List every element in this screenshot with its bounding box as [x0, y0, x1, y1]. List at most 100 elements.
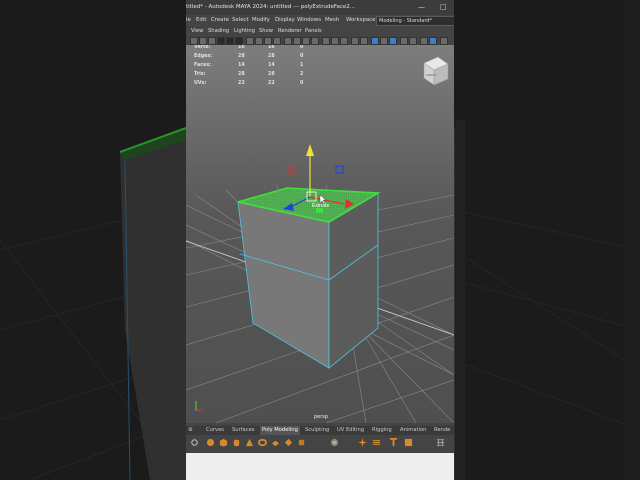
workspace-label: Workspace:: [346, 17, 378, 23]
color-management-icon[interactable]: [420, 37, 428, 45]
panel-toolbar: [186, 36, 454, 45]
hud-value: 22: [268, 81, 275, 86]
shelf-options-icon[interactable]: [190, 438, 199, 447]
manip-z-scale-box[interactable]: [335, 165, 344, 174]
hud-value: 16: [238, 45, 245, 50]
cube-side-face[interactable]: [328, 192, 379, 369]
svg-tool-icon[interactable]: [404, 438, 413, 447]
minimize-icon[interactable]: —: [418, 0, 425, 15]
axis-indicator: [193, 401, 204, 416]
multi-cut-icon[interactable]: [358, 438, 367, 447]
shelf-tab-sculpting[interactable]: Sculpting: [305, 426, 329, 435]
panel-menu-renderer[interactable]: Renderer: [278, 27, 302, 36]
xray-joints-icon[interactable]: [389, 37, 397, 45]
workspace-dropdown[interactable]: Modeling - Standard*: [376, 16, 454, 26]
poly-cube-icon[interactable]: [219, 438, 228, 447]
safe-action-icon[interactable]: [273, 37, 281, 45]
shelf-icons: [186, 435, 454, 453]
view-cube-label: FRONT: [426, 73, 436, 77]
menu-create[interactable]: Create: [211, 15, 229, 25]
panel-menu-lighting[interactable]: Lighting: [234, 27, 255, 36]
wireframe-on-shaded-icon[interactable]: [311, 37, 319, 45]
maximize-icon[interactable]: □: [440, 0, 447, 15]
camera-label: persp: [314, 414, 329, 420]
panel-menu-panels[interactable]: Panels: [305, 27, 322, 36]
camera-select-icon[interactable]: [190, 37, 198, 45]
bottom-blank-area: [186, 453, 454, 480]
menu-edit[interactable]: Edit: [196, 15, 206, 25]
viewport-settings-icon[interactable]: [429, 37, 437, 45]
poly-cone-icon[interactable]: [245, 438, 254, 447]
gamma-icon[interactable]: [409, 37, 417, 45]
shelf-tab-surfaces[interactable]: Surfaces: [232, 426, 254, 435]
hud-value: 22: [238, 81, 245, 86]
use-default-material-icon[interactable]: [302, 37, 310, 45]
camera-attributes-icon[interactable]: [199, 37, 207, 45]
view-cube[interactable]: FRONT: [423, 56, 449, 86]
shelf-tab-uv-editing[interactable]: UV Editing: [337, 426, 364, 435]
menu-file[interactable]: le: [186, 15, 191, 25]
type-tool-icon[interactable]: [389, 438, 398, 447]
bookmark-icon[interactable]: [208, 37, 216, 45]
ambient-occlusion-icon[interactable]: [351, 37, 359, 45]
use-all-lights-icon[interactable]: [331, 37, 339, 45]
isolate-select-icon[interactable]: [371, 37, 379, 45]
film-gate-icon[interactable]: [235, 37, 243, 45]
image-plane-icon[interactable]: [217, 37, 225, 45]
manip-y-arrow-icon[interactable]: [306, 144, 314, 156]
toolbar-more-icon[interactable]: [440, 37, 448, 45]
xray-icon[interactable]: [380, 37, 388, 45]
panel-menu-shading[interactable]: Shading: [208, 27, 229, 36]
hud-value: 0: [300, 54, 304, 59]
poly-torus-icon[interactable]: [258, 438, 267, 447]
grid-toggle-icon[interactable]: [226, 37, 234, 45]
manip-x-scale-box[interactable]: [287, 166, 296, 175]
poly-platonic-icon[interactable]: [297, 438, 306, 447]
poly-sphere-icon[interactable]: [206, 438, 215, 447]
manip-label: Extrude: [312, 203, 329, 209]
poly-disc-icon[interactable]: [284, 438, 293, 447]
panel-menu-show[interactable]: Show: [259, 27, 273, 36]
shadows-icon[interactable]: [340, 37, 348, 45]
shelf-tab-poly-modeling[interactable]: Poly Modeling: [260, 426, 300, 435]
hud-value: 0: [300, 81, 304, 86]
viewport-canvas[interactable]: Extrude FRONT: [186, 45, 454, 423]
shelf-grid-icon[interactable]: [436, 438, 445, 447]
shelf-tab-rendering[interactable]: Rende: [434, 426, 450, 435]
gate-mask-icon[interactable]: [255, 37, 263, 45]
shelf-gear-icon[interactable]: ⚙: [188, 426, 193, 435]
combine-icon[interactable]: [330, 438, 339, 447]
panel-menu-view[interactable]: View: [191, 27, 203, 36]
maya-window: titled* - Autodesk MAYA 2024: untitled -…: [186, 0, 454, 480]
exposure-icon[interactable]: [400, 37, 408, 45]
poly-plane-icon[interactable]: [271, 438, 280, 447]
field-chart-icon[interactable]: [264, 37, 272, 45]
cube-front-face[interactable]: [237, 201, 330, 369]
poly-cylinder-icon[interactable]: [232, 438, 241, 447]
textured-icon[interactable]: [322, 37, 330, 45]
menu-mesh[interactable]: Mesh: [325, 15, 339, 25]
title-bar: titled* - Autodesk MAYA 2024: untitled -…: [186, 0, 454, 15]
wireframe-icon[interactable]: [284, 37, 292, 45]
shelf-tab-bar: ⚙ Curves Surfaces Poly Modeling Sculptin…: [186, 426, 454, 435]
hud-label: Edges:: [194, 54, 213, 59]
menu-display[interactable]: Display: [275, 15, 295, 25]
hud-label: Faces:: [194, 63, 212, 68]
menu-modify[interactable]: Modify: [252, 15, 270, 25]
resolution-gate-icon[interactable]: [246, 37, 254, 45]
menu-windows[interactable]: Windows: [297, 15, 321, 25]
panel-menu-bar: View Shading Lighting Show Renderer Pane…: [186, 27, 454, 36]
smooth-shade-icon[interactable]: [293, 37, 301, 45]
window-title: titled* - Autodesk MAYA 2024: untitled -…: [186, 4, 356, 10]
shelf-tab-rigging[interactable]: Rigging: [372, 426, 392, 435]
bridge-icon[interactable]: [372, 438, 381, 447]
hud-value: 16: [268, 45, 275, 50]
menu-select[interactable]: Select: [232, 15, 249, 25]
hud-value: 28: [268, 72, 275, 77]
persp-viewport[interactable]: Extrude FRONT Verts: 16 16 0 Edges: 28 2…: [186, 45, 454, 423]
shelf-tab-curves[interactable]: Curves: [206, 426, 224, 435]
hud-value: 14: [268, 63, 275, 68]
motion-blur-icon[interactable]: [360, 37, 368, 45]
shelf-tab-animation[interactable]: Animation: [400, 426, 426, 435]
hud-value: 28: [238, 72, 245, 77]
